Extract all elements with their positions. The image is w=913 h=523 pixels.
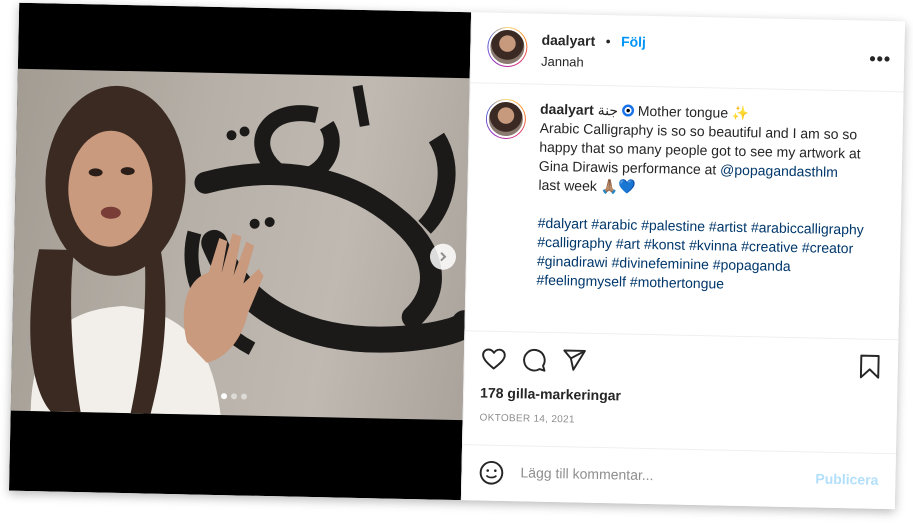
hashtag-link[interactable]: #mothertongue (630, 274, 725, 292)
publish-button[interactable]: Publicera (815, 471, 878, 488)
comment-icon (523, 349, 546, 372)
hashtag-list: #dalyart #arabic #palestine #artist #ara… (536, 214, 878, 297)
hashtag-link[interactable]: #ginadirawi (537, 253, 608, 270)
caption-body-2: last week (538, 176, 598, 194)
like-count[interactable]: 178 gilla-markeringar (480, 385, 621, 404)
caption-arabic: جنة (597, 101, 619, 119)
heart-icon (482, 348, 506, 370)
hashtag-link[interactable]: #artist (709, 218, 747, 235)
post-header: daalyart • Följ Jannah ••• (470, 12, 906, 93)
save-button[interactable] (857, 353, 884, 380)
avatar-image (486, 99, 526, 139)
mention-link[interactable]: @popagandasthlm (720, 161, 838, 179)
hashtag-link[interactable]: #arabiccalligraphy (751, 219, 864, 237)
carousel-dot (240, 393, 248, 400)
hashtag-link[interactable]: #creator (802, 239, 854, 256)
share-icon (563, 349, 586, 371)
hashtag-link[interactable]: #art (616, 235, 640, 252)
hashtag-link[interactable]: #palestine (641, 217, 705, 234)
carousel-dot (230, 393, 238, 400)
caption-text: daalyart جنة Mother tongue ✨ Arabic Call… (536, 100, 880, 297)
comment-input[interactable] (518, 463, 793, 488)
hashtag-link[interactable]: #konst (644, 236, 686, 253)
photo-illustration (30, 85, 470, 416)
header-separator: • (605, 33, 611, 50)
post-location[interactable]: Jannah (541, 54, 584, 70)
emoji-button[interactable] (478, 459, 505, 486)
post-media (8, 2, 472, 501)
hashtag-link[interactable]: #divinefeminine (611, 254, 709, 272)
hashtag-link[interactable]: #kvinna (689, 237, 738, 254)
evil-eye-icon (621, 104, 635, 117)
hashtag-link[interactable]: #arabic (591, 216, 637, 233)
sparkle-emoji: ✨ (731, 104, 750, 122)
comment-button[interactable] (521, 346, 548, 373)
more-options-button[interactable]: ••• (869, 49, 891, 70)
avatar-image (487, 27, 527, 67)
caption-emoji: 🙏🏽💙 (600, 177, 636, 195)
hashtag-link[interactable]: #feelingmyself (536, 272, 626, 290)
follow-button[interactable]: Följ (621, 33, 646, 50)
like-button[interactable] (481, 346, 508, 373)
share-button[interactable] (561, 347, 588, 374)
more-horizontal-icon: ••• (869, 48, 892, 70)
carousel-dot (220, 393, 228, 400)
bookmark-icon (859, 354, 880, 379)
post-caption: daalyart جنة Mother tongue ✨ Arabic Call… (482, 98, 892, 335)
author-avatar[interactable] (486, 26, 528, 68)
hashtag-link[interactable]: #calligraphy (537, 234, 612, 252)
emoji-icon (479, 460, 504, 485)
post-photo[interactable] (10, 68, 470, 421)
carousel-indicator (220, 393, 248, 400)
author-username[interactable]: daalyart (541, 32, 595, 49)
caption-title: Mother tongue (637, 102, 729, 121)
post-side-panel: daalyart • Följ Jannah ••• daalyart جنة … (460, 12, 906, 510)
caption-username[interactable]: daalyart (540, 101, 594, 118)
post-date[interactable]: OKTOBER 14, 2021 (479, 413, 574, 426)
hashtag-link[interactable]: #creative (741, 238, 798, 255)
hashtag-link[interactable]: #dalyart (538, 215, 588, 232)
comment-bar: Publicera (461, 444, 897, 510)
caption-avatar[interactable] (485, 98, 527, 140)
instagram-post-card: daalyart • Följ Jannah ••• daalyart جنة … (8, 2, 906, 510)
hashtag-link[interactable]: #popaganda (713, 256, 791, 274)
chevron-right-icon (440, 251, 447, 262)
